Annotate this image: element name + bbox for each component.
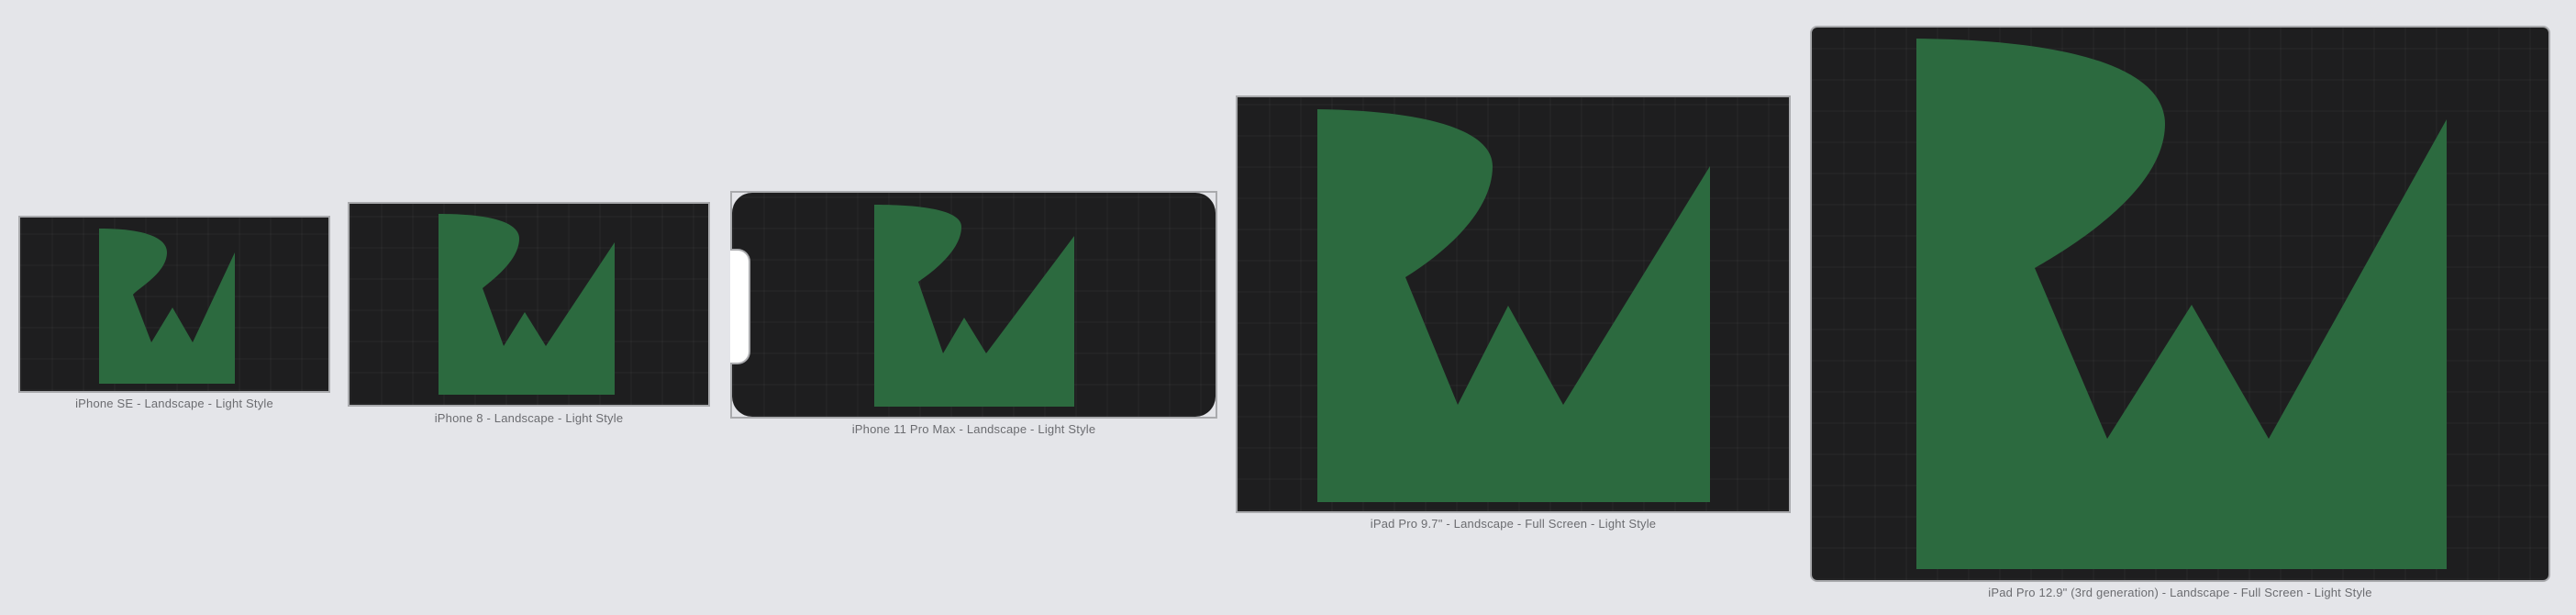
- rw-logo-icon: [99, 229, 235, 384]
- preview-caption-iphone-8: iPhone 8 - Landscape - Light Style: [434, 411, 624, 425]
- rw-logo-icon: [1317, 109, 1710, 502]
- rw-logo-icon: [439, 214, 615, 395]
- preview-caption-iphone-se: iPhone SE - Landscape - Light Style: [75, 397, 273, 410]
- preview-caption-iphone-11-pro-max: iPhone 11 Pro Max - Landscape - Light St…: [851, 422, 1096, 436]
- preview-caption-ipad-pro-12-9: iPad Pro 12.9" (3rd generation) - Landsc…: [1988, 586, 2372, 599]
- device-notch: [730, 249, 750, 364]
- preview-ipad-pro-12-9[interactable]: [1810, 26, 2550, 582]
- preview-canvas: iPhone SE - Landscape - Light Style iPho…: [0, 0, 2576, 615]
- preview-iphone-11-pro-max[interactable]: [730, 191, 1217, 419]
- preview-iphone-8[interactable]: [348, 202, 710, 407]
- device-screen: [732, 193, 1216, 417]
- preview-ipad-pro-9-7[interactable]: [1236, 95, 1791, 513]
- preview-iphone-se[interactable]: [18, 216, 330, 393]
- preview-caption-ipad-pro-9-7: iPad Pro 9.7" - Landscape - Full Screen …: [1370, 517, 1657, 531]
- rw-logo-icon: [874, 205, 1074, 407]
- rw-logo-icon: [1916, 39, 2447, 569]
